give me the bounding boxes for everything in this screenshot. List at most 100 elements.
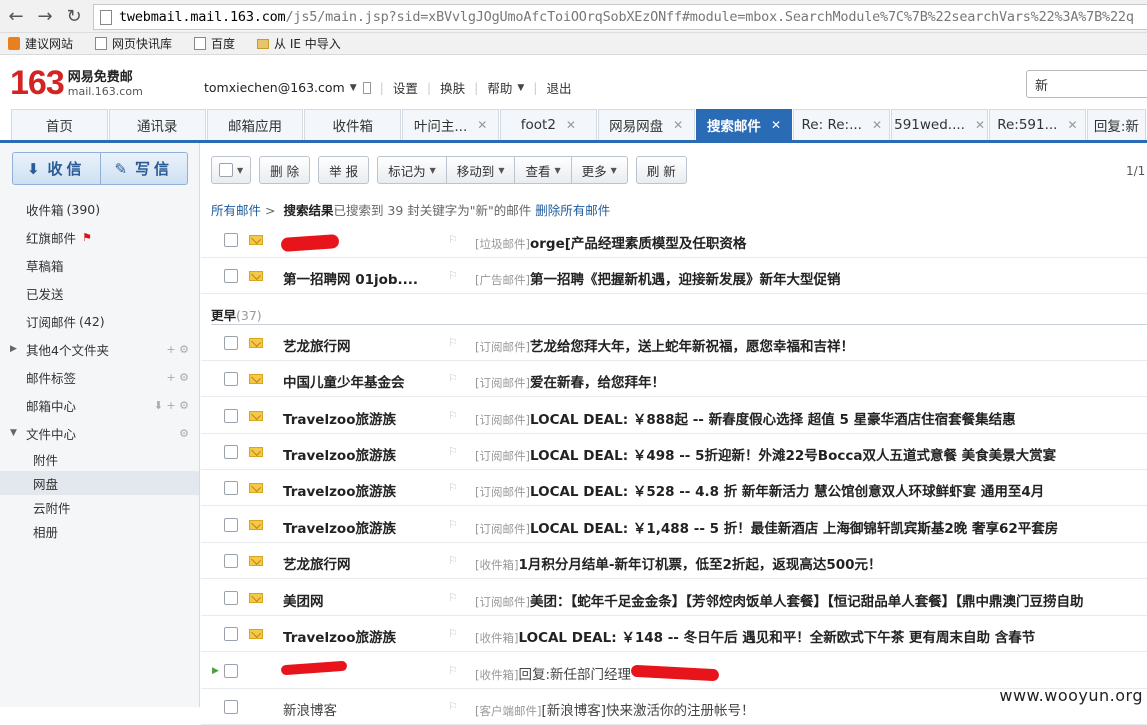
flag-icon[interactable]: ⚐: [448, 481, 458, 494]
refresh-button[interactable]: 刷 新: [636, 156, 687, 184]
view-button[interactable]: 查看▼: [515, 156, 571, 184]
mail-row[interactable]: 美团网⚐[订阅邮件]美团：【蛇年千足金金条】【芳邻焢肉饭单人套餐】【恒记甜品单人…: [201, 580, 1147, 616]
mail-subject[interactable]: [垃圾邮件]orge[产品经理素质模型及任职资格: [475, 232, 1147, 252]
bookmark-baidu[interactable]: 百度: [194, 35, 235, 52]
bookmark-webslices[interactable]: 网页快讯库: [95, 35, 172, 52]
sidebar-folder-item[interactable]: 已发送: [0, 279, 199, 307]
mail-subject[interactable]: [订阅邮件]爱在新春，给您拜年！: [475, 371, 1147, 391]
row-checkbox[interactable]: [224, 481, 238, 495]
mail-row[interactable]: ⚐ [垃圾邮件]orge[产品经理素质模型及任职资格: [201, 222, 1147, 258]
sidebar-folder-item[interactable]: ▶其他4个文件夹+ ⚙: [0, 335, 199, 363]
sidebar-folder-item[interactable]: 邮件标签+ ⚙: [0, 363, 199, 391]
back-icon[interactable]: ←: [3, 3, 29, 29]
mail-subject[interactable]: [收件箱]回复:新任部门经理: [475, 663, 1147, 683]
sidebar-folder-item[interactable]: 收件箱(390): [0, 195, 199, 223]
group-header-earlier[interactable]: 更早(37): [211, 305, 1147, 325]
mail-subject[interactable]: [订阅邮件]美团：【蛇年千足金金条】【芳邻焢肉饭单人套餐】【恒记甜品单人套餐】【…: [475, 590, 1147, 610]
mail-row[interactable]: 艺龙旅行网⚐[收件箱]1月积分月结单-新年订机票，低至2折起，返现高达500元！: [201, 543, 1147, 579]
report-button[interactable]: 举 报: [318, 156, 369, 184]
row-checkbox[interactable]: [224, 409, 238, 423]
tab-item[interactable]: 首页: [11, 109, 108, 140]
flag-icon[interactable]: ⚐: [448, 591, 458, 604]
row-checkbox[interactable]: [224, 269, 238, 283]
tab-item[interactable]: 网易网盘✕: [598, 109, 695, 140]
sidebar-folder-item[interactable]: 附件: [0, 447, 199, 471]
mail-row[interactable]: Travelzoo旅游族⚐[订阅邮件]LOCAL DEAL: ￥528 -- 4…: [201, 470, 1147, 506]
logout-link[interactable]: 退出: [547, 78, 572, 97]
mail-row[interactable]: 第一招聘网 01job....⚐[广告邮件]第一招聘《把握新机遇，迎接新发展》新…: [201, 258, 1147, 294]
close-icon[interactable]: ✕: [975, 118, 985, 132]
tab-item[interactable]: Re:591...✕: [989, 109, 1086, 140]
delete-button[interactable]: 删 除: [259, 156, 310, 184]
bookmark-import-ie[interactable]: 从 IE 中导入: [257, 35, 341, 52]
flag-icon[interactable]: ⚐: [448, 445, 458, 458]
row-checkbox[interactable]: [224, 664, 238, 678]
sidebar-folder-item[interactable]: 网盘: [0, 471, 199, 495]
mail-row[interactable]: 中国儿童少年基金会⚐[订阅邮件]爱在新春，给您拜年！: [201, 361, 1147, 397]
mail-row[interactable]: Travelzoo旅游族⚐[订阅邮件]LOCAL DEAL: ￥1,488 --…: [201, 507, 1147, 543]
mail-subject[interactable]: [订阅邮件]LOCAL DEAL: ￥1,488 -- 5 折！最佳新酒店 上海…: [475, 517, 1147, 537]
flag-icon[interactable]: ⚐: [448, 554, 458, 567]
flag-icon[interactable]: ⚐: [448, 233, 458, 246]
flag-icon[interactable]: ⚐: [448, 664, 458, 677]
more-button[interactable]: 更多▼: [572, 156, 628, 184]
mail-subject[interactable]: [收件箱]LOCAL DEAL: ￥148 -- 冬日午后 遇见和平！全新欧式下…: [475, 626, 1147, 646]
chevron-down-icon[interactable]: ▼: [350, 83, 357, 93]
flag-icon[interactable]: ⚐: [448, 627, 458, 640]
row-checkbox[interactable]: [224, 372, 238, 386]
all-mail-link[interactable]: 所有邮件: [211, 203, 261, 218]
row-checkbox[interactable]: [224, 233, 238, 247]
row-checkbox[interactable]: [224, 591, 238, 605]
expand-icon[interactable]: ▼: [10, 428, 17, 438]
address-bar[interactable]: twebmail.mail.163.com/js5/main.jsp?sid=x…: [93, 4, 1147, 30]
mail-subject[interactable]: [订阅邮件]LOCAL DEAL: ￥888起 -- 新春度假心选择 超值 5 …: [475, 408, 1147, 428]
forward-icon[interactable]: →: [32, 3, 58, 29]
close-icon[interactable]: ✕: [673, 118, 683, 132]
sidebar-folder-item[interactable]: 订阅邮件(42): [0, 307, 199, 335]
tab-item[interactable]: 回复:新: [1087, 109, 1146, 140]
mail-row[interactable]: 艺龙旅行网⚐[订阅邮件]艺龙给您拜大年，送上蛇年新祝福，愿您幸福和吉祥！: [201, 325, 1147, 361]
folder-ops-icon[interactable]: ⚙: [179, 427, 189, 440]
mail-row[interactable]: ▶⚐[收件箱]回复:新任部门经理: [201, 653, 1147, 689]
close-icon[interactable]: ✕: [1067, 118, 1077, 132]
close-icon[interactable]: ✕: [872, 118, 882, 132]
sidebar-folder-item[interactable]: 邮箱中心⬇ + ⚙: [0, 391, 199, 419]
receive-button[interactable]: ⬇收信: [13, 153, 100, 184]
mobile-icon[interactable]: [363, 82, 371, 94]
user-account[interactable]: tomxiechen@163.com: [204, 80, 345, 95]
tab-item[interactable]: 搜索邮件✕: [696, 109, 793, 140]
search-input[interactable]: 新: [1026, 70, 1147, 98]
tab-item[interactable]: 591wed....✕: [891, 109, 988, 140]
mail-subject[interactable]: [订阅邮件]艺龙给您拜大年，送上蛇年新祝福，愿您幸福和吉祥！: [475, 335, 1147, 355]
close-icon[interactable]: ✕: [771, 118, 781, 132]
sidebar-folder-item[interactable]: 云附件: [0, 495, 199, 519]
mail-subject[interactable]: [广告邮件]第一招聘《把握新机遇，迎接新发展》新年大型促销: [475, 268, 1147, 288]
mail-row[interactable]: Travelzoo旅游族⚐[收件箱]LOCAL DEAL: ￥148 -- 冬日…: [201, 616, 1147, 652]
row-checkbox[interactable]: [224, 700, 238, 714]
folder-ops-icon[interactable]: + ⚙: [166, 371, 189, 384]
mail-row[interactable]: Travelzoo旅游族⚐[订阅邮件]LOCAL DEAL: ￥498 -- 5…: [201, 434, 1147, 470]
mark-as-button[interactable]: 标记为▼: [377, 156, 447, 184]
flag-icon[interactable]: ⚐: [448, 409, 458, 422]
folder-ops-icon[interactable]: + ⚙: [166, 343, 189, 356]
select-all-dropdown[interactable]: ▼: [211, 156, 251, 184]
delete-all-link[interactable]: 删除所有邮件: [535, 203, 610, 218]
row-checkbox[interactable]: [224, 627, 238, 641]
close-icon[interactable]: ✕: [566, 118, 576, 132]
skin-link[interactable]: 换肤: [440, 78, 465, 97]
tab-item[interactable]: 邮箱应用: [207, 109, 304, 140]
reload-icon[interactable]: ↻: [61, 3, 87, 29]
row-checkbox[interactable]: [224, 554, 238, 568]
expand-icon[interactable]: ▶: [10, 344, 17, 354]
folder-ops-icon[interactable]: ⬇ + ⚙: [154, 399, 189, 412]
tab-item[interactable]: 通讯录: [109, 109, 206, 140]
mail-row[interactable]: Travelzoo旅游族⚐[订阅邮件]LOCAL DEAL: ￥888起 -- …: [201, 398, 1147, 434]
sidebar-folder-item[interactable]: 红旗邮件⚑: [0, 223, 199, 251]
sidebar-folder-item[interactable]: ▼文件中心⚙: [0, 419, 199, 447]
sidebar-folder-item[interactable]: 相册: [0, 519, 199, 543]
close-icon[interactable]: ✕: [477, 118, 487, 132]
mail-subject[interactable]: [收件箱]1月积分月结单-新年订机票，低至2折起，返现高达500元！: [475, 553, 1147, 573]
sidebar-folder-item[interactable]: 草稿箱: [0, 251, 199, 279]
settings-link[interactable]: 设置: [393, 78, 418, 97]
row-checkbox[interactable]: [224, 336, 238, 350]
